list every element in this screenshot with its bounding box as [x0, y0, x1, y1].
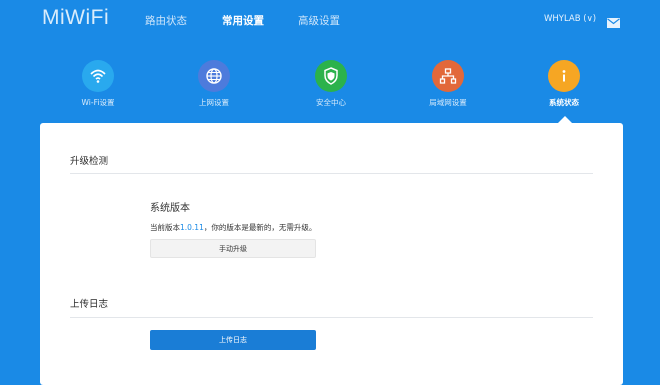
tile-wifi-settings[interactable]: Wi-Fi设置	[56, 60, 140, 108]
globe-icon	[198, 60, 230, 92]
tile-internet-settings[interactable]: 上网设置	[172, 60, 256, 108]
mail-icon[interactable]	[607, 13, 620, 32]
wifi-icon	[82, 60, 114, 92]
tile-label: 上网设置	[199, 98, 229, 107]
tile-system-status[interactable]: 系统状态	[522, 60, 606, 108]
version-prefix: 当前版本	[150, 223, 180, 232]
tile-label: 安全中心	[316, 98, 346, 107]
nav-advanced-settings[interactable]: 高级设置	[298, 13, 340, 28]
divider	[70, 317, 593, 318]
nav-common-settings[interactable]: 常用设置	[222, 13, 264, 28]
system-version-title: 系统版本	[150, 203, 190, 214]
upgrade-section-title: 升级检测	[70, 156, 109, 167]
tile-label: Wi-Fi设置	[81, 98, 115, 107]
content-panel: 升级检测 系统版本 当前版本1.0.11，你的版本是最新的，无需升级。 手动升级…	[40, 123, 623, 385]
info-icon	[548, 60, 580, 92]
version-number: 1.0.11	[180, 223, 204, 232]
tile-label: 局域网设置	[429, 98, 467, 107]
tile-security-center[interactable]: 安全中心	[289, 60, 373, 108]
shield-icon	[315, 60, 347, 92]
version-status-text: 当前版本1.0.11，你的版本是最新的，无需升级。	[150, 222, 316, 233]
tile-lan-settings[interactable]: 局域网设置	[406, 60, 490, 108]
app-logo[interactable]: MiWiFi	[42, 6, 109, 30]
nav-router-status[interactable]: 路由状态	[145, 13, 187, 28]
manual-upgrade-button[interactable]: 手动升级	[150, 239, 316, 258]
tile-label: 系统状态	[549, 98, 579, 107]
upload-log-button[interactable]: 上传日志	[150, 330, 316, 350]
version-suffix: ，你的版本是最新的，无需升级。	[203, 223, 317, 232]
divider	[70, 173, 593, 174]
log-section-title: 上传日志	[70, 299, 109, 310]
user-menu[interactable]: WHYLAB (∨)	[544, 14, 596, 24]
network-icon	[432, 60, 464, 92]
